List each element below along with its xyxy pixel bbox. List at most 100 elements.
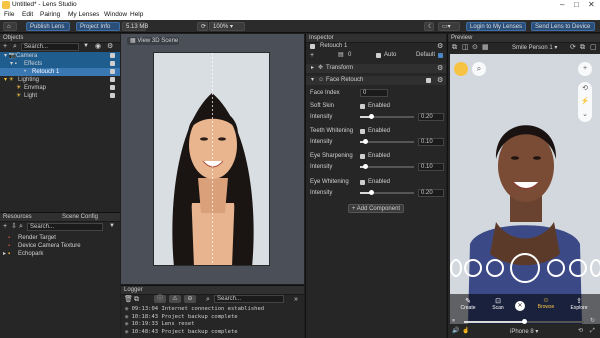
soft-skin-enabled-checkbox[interactable]	[360, 104, 365, 109]
object-name[interactable]: Retouch 1	[320, 43, 347, 49]
rotate-device-icon[interactable]: ⟲	[578, 328, 583, 335]
add-icon[interactable]: +	[310, 52, 314, 59]
lens-icon[interactable]	[454, 62, 468, 76]
envmap-checkbox[interactable]	[110, 85, 115, 90]
minimize-icon[interactable]: –	[560, 0, 564, 9]
lens-carousel-item[interactable]	[569, 259, 587, 277]
pause-icon[interactable]: ⏸	[452, 318, 455, 325]
scene-viewport[interactable]	[153, 52, 270, 266]
add-component-button[interactable]: + Add Component	[348, 204, 404, 213]
tree-item-effects[interactable]: ▾ ▪ Effects	[0, 60, 120, 68]
settings-icon[interactable]: ⚙	[107, 43, 113, 50]
view-3d-scene-button[interactable]: ▦ View 3D Scene	[127, 37, 179, 45]
shutter-button[interactable]	[510, 253, 540, 283]
tree-item-light[interactable]: ☀ Light	[0, 92, 120, 100]
resource-item-render-target[interactable]: ▪ Render Target	[0, 234, 120, 242]
auto-checkbox[interactable]	[376, 53, 381, 58]
screenshot-icon[interactable]: ◫	[462, 44, 469, 51]
objects-search-input[interactable]: Search...	[21, 43, 79, 51]
expand-icon[interactable]: ⤢	[590, 328, 595, 335]
zoom-select[interactable]: 100% ▾	[209, 22, 245, 31]
info-filter-icon[interactable]: ⓘ	[154, 295, 166, 303]
teeth-whitening-slider[interactable]	[360, 139, 414, 145]
teeth-whitening-value[interactable]: 0.10	[418, 138, 444, 146]
teeth-whitening-enabled-checkbox[interactable]	[360, 129, 365, 134]
face-retouch-section[interactable]: ▾ ☺ Face Retouch ⚙	[306, 76, 446, 85]
lens-carousel-item[interactable]	[547, 259, 565, 277]
nav-scan[interactable]: ⊡ Scan	[484, 297, 512, 311]
eye-whitening-enabled-checkbox[interactable]	[360, 180, 365, 185]
menu-pairing[interactable]: Pairing	[40, 11, 60, 18]
lens-carousel-item[interactable]	[464, 259, 482, 277]
retouch-checkbox[interactable]	[110, 69, 115, 74]
light-checkbox[interactable]	[110, 93, 115, 98]
import-icon[interactable]: ⇩	[11, 223, 17, 230]
record-icon[interactable]: ⊙	[472, 44, 478, 51]
lens-carousel-item[interactable]	[450, 259, 462, 277]
grid-icon[interactable]: ▦	[482, 44, 489, 51]
eye-whitening-slider[interactable]	[360, 190, 414, 196]
trash-icon[interactable]: 🗑	[124, 296, 133, 303]
eye-sharpening-slider[interactable]	[360, 164, 414, 170]
device-select[interactable]: iPhone 8 ▾	[510, 328, 538, 335]
warning-filter-icon[interactable]: ⚠	[169, 295, 181, 303]
project-info-button[interactable]: Project Info	[76, 22, 120, 31]
camera-flip-icon[interactable]: ⧉	[452, 44, 457, 51]
eye-sharpening-value[interactable]: 0.10	[418, 163, 444, 171]
rotate-icon[interactable]: ⟳	[197, 22, 208, 31]
tree-item-camera[interactable]: ▾ 📷 Camera	[0, 52, 120, 60]
logger-search-input[interactable]: Search...	[214, 295, 284, 303]
fullscreen-icon[interactable]: ▢	[590, 44, 597, 51]
resource-item-echopark[interactable]: ▸ ▪ Echopark	[0, 250, 120, 258]
nav-create[interactable]: ✎ Create	[454, 297, 482, 311]
menu-my-lenses[interactable]: My Lenses	[68, 11, 99, 18]
visibility-icon[interactable]: ◉	[95, 43, 101, 50]
copy-icon[interactable]: ⧉	[134, 296, 139, 303]
close-lens-button[interactable]: ✕	[515, 301, 525, 311]
filter-icon[interactable]: ▼	[109, 223, 115, 230]
face-retouch-checkbox[interactable]	[426, 78, 431, 83]
transform-section[interactable]: ▸ ✥ Transform ⚙	[306, 64, 446, 73]
tree-item-retouch[interactable]: • Retouch 1	[0, 68, 120, 76]
error-filter-icon[interactable]: ⊖	[184, 295, 196, 303]
camera-checkbox[interactable]	[110, 53, 115, 58]
eye-sharpening-enabled-checkbox[interactable]	[360, 154, 365, 159]
soft-skin-value[interactable]: 0.20	[418, 113, 444, 121]
object-settings-icon[interactable]: ⚙	[437, 43, 443, 50]
login-button[interactable]: Login to My Lenses	[466, 22, 526, 31]
add-icon[interactable]: +	[3, 223, 7, 230]
playback-slider[interactable]	[522, 319, 527, 324]
preview-viewport[interactable]: ⌕ + ⟲ ⚡ ⌄ ✎ Create ⊡ Scan ✕ ☺ Browse ⇪ Explore	[450, 54, 600, 324]
lens-carousel-item[interactable]	[486, 259, 504, 277]
maximize-icon[interactable]: □	[574, 0, 579, 9]
filter-icon[interactable]: ▼	[83, 43, 89, 50]
night-mode-icon[interactable]: ☾	[424, 22, 434, 31]
add-friend-icon[interactable]: +	[578, 62, 592, 76]
tab-scene-config[interactable]: Scene Config	[62, 213, 98, 221]
publish-lens-button[interactable]: Publish Lens	[26, 22, 70, 31]
camera-controls[interactable]: ⟲ ⚡ ⌄	[578, 82, 592, 122]
device-select[interactable]: ▭▾	[438, 22, 460, 31]
nav-explore[interactable]: ⇪ Explore	[564, 297, 594, 311]
menu-window[interactable]: Window	[104, 11, 127, 18]
lens-carousel-item[interactable]	[590, 259, 600, 277]
lighting-checkbox[interactable]	[110, 77, 115, 82]
add-icon[interactable]: +	[3, 43, 7, 50]
tab-resources[interactable]: Resources	[3, 214, 32, 220]
tree-item-lighting[interactable]: ▾ ☀ Lighting	[0, 76, 120, 84]
eye-whitening-value[interactable]: 0.20	[418, 189, 444, 197]
component-settings-icon[interactable]: ⚙	[437, 77, 443, 84]
resource-item-device-camera-texture[interactable]: ▪ Device Camera Texture	[0, 242, 120, 250]
search-icon[interactable]: ⌕	[472, 62, 486, 76]
person-select[interactable]: Smile Person 1 ▾	[512, 44, 557, 51]
object-enabled-checkbox[interactable]	[310, 44, 315, 49]
default-label[interactable]: Default	[416, 52, 435, 58]
menu-file[interactable]: File	[4, 11, 14, 18]
soft-skin-slider[interactable]	[360, 114, 414, 120]
close-icon[interactable]: ✕	[588, 0, 595, 9]
audio-icon[interactable]: 🔊	[452, 328, 459, 335]
touch-icon[interactable]: ☝	[462, 328, 469, 335]
expand-icon[interactable]: »	[294, 296, 298, 303]
transform-settings-icon[interactable]: ⚙	[437, 65, 443, 72]
reset-icon[interactable]: ⟳	[570, 44, 576, 51]
